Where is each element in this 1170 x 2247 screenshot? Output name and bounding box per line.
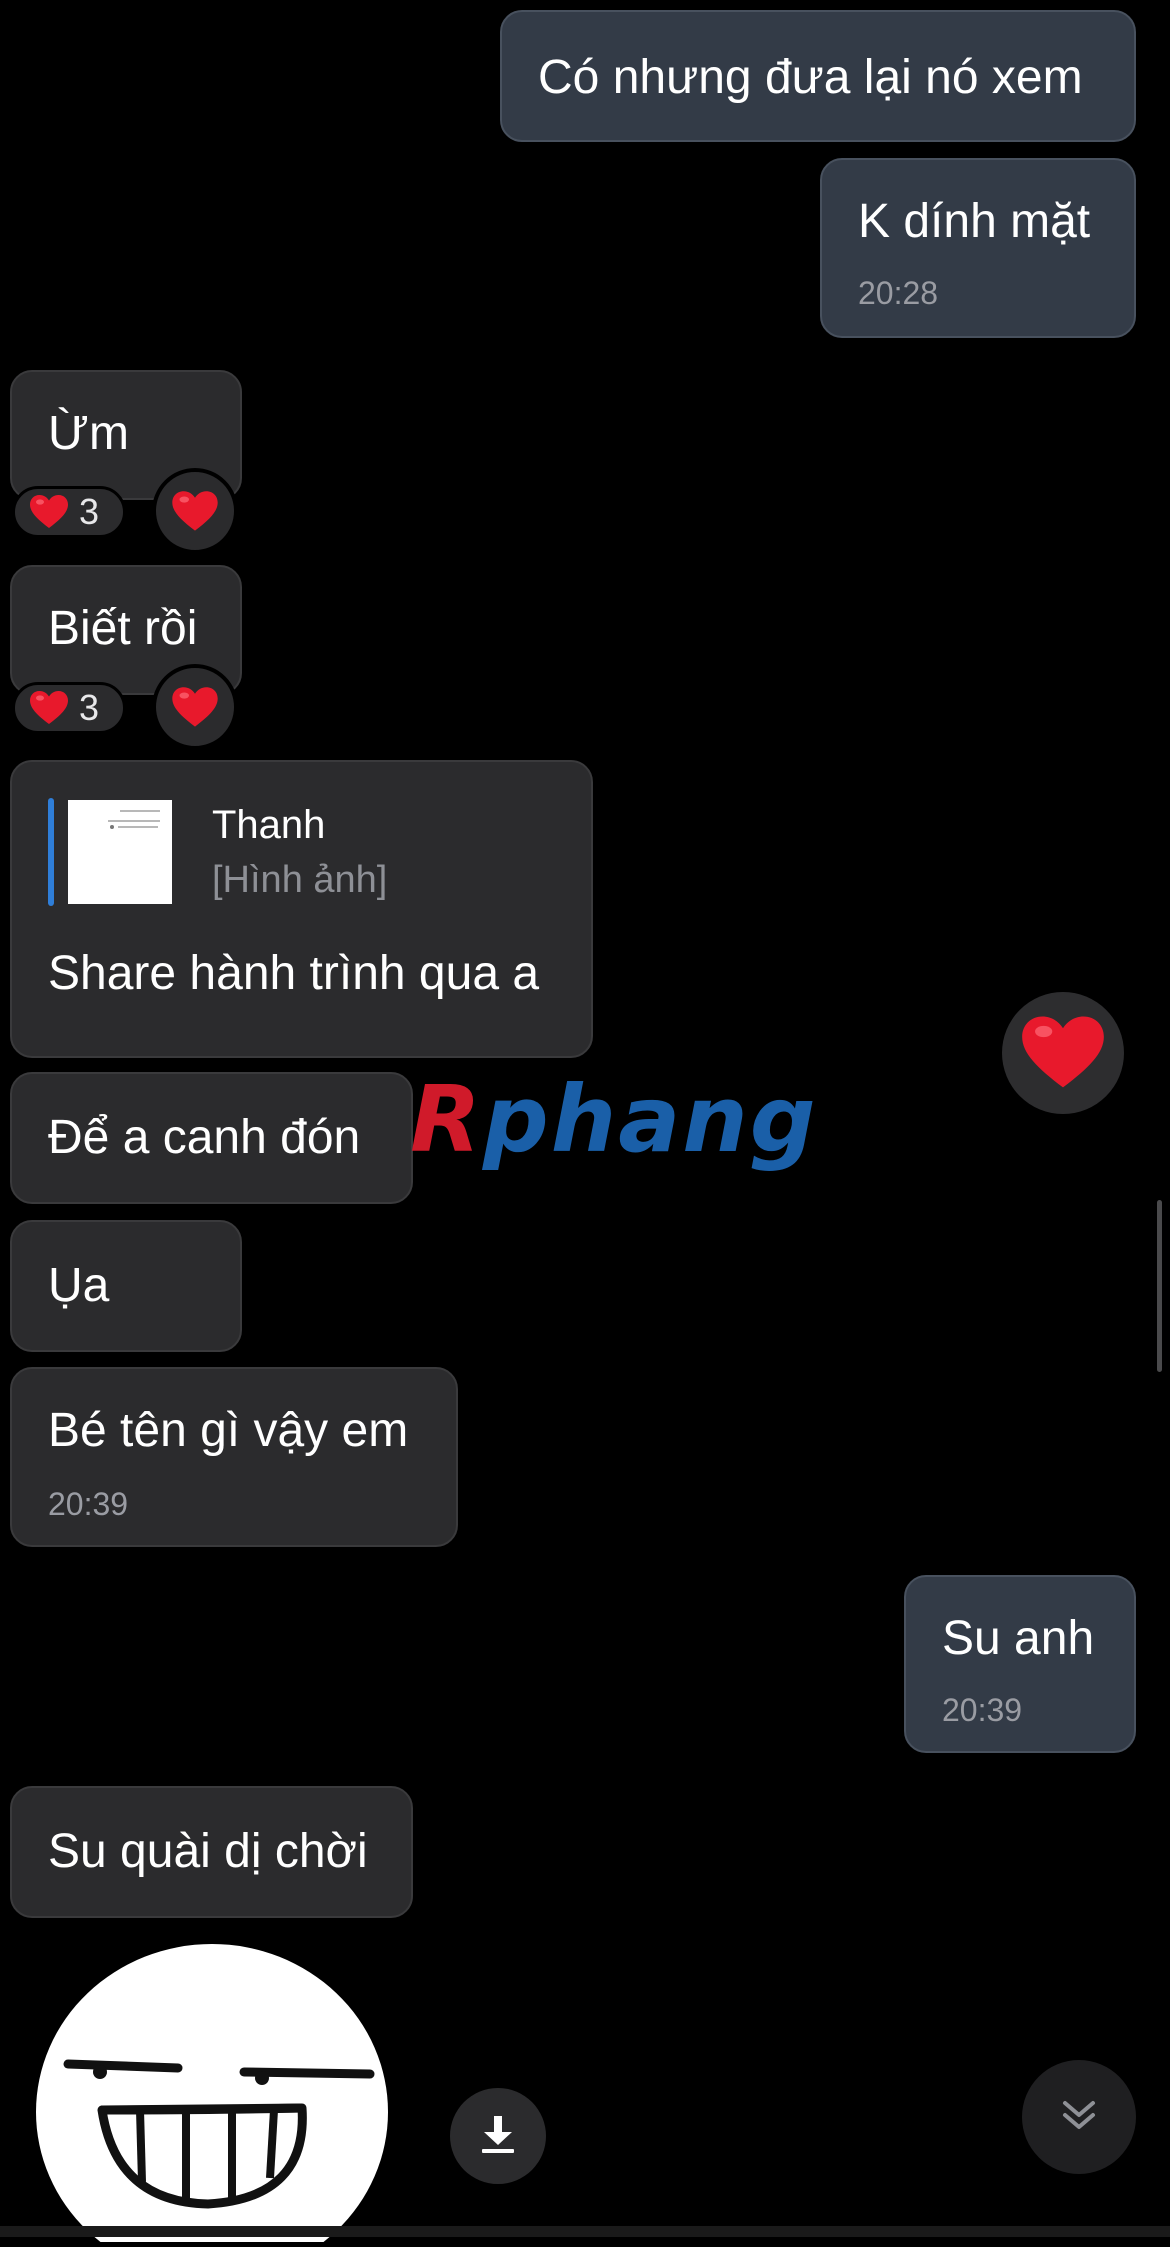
heart-icon — [29, 494, 69, 530]
outgoing-message[interactable]: Su anh 20:39 — [904, 1575, 1136, 1753]
message-text: Ừm — [48, 407, 129, 460]
message-text: Có nhưng đưa lại nó xem — [538, 51, 1083, 104]
reaction-summary[interactable]: 3 — [12, 486, 126, 538]
message-time: 20:39 — [48, 1486, 129, 1522]
reaction-count: 3 — [79, 687, 100, 728]
watermark: Rphang — [410, 1070, 818, 1170]
message-text: Su quài dị chời — [48, 1825, 368, 1878]
quoted-preview: [Hình ảnh] — [212, 859, 388, 901]
floating-reaction[interactable] — [1002, 992, 1124, 1114]
quote-accent-bar — [48, 798, 54, 906]
download-button[interactable] — [450, 2088, 546, 2184]
incoming-message[interactable]: Bé tên gì vậy em 20:39 — [10, 1367, 458, 1547]
quoted-image-thumbnail — [68, 800, 172, 904]
scrollbar-thumb[interactable] — [1157, 1200, 1162, 1372]
outgoing-message[interactable]: Có nhưng đưa lại nó xem — [500, 10, 1136, 142]
watermark-initial: R — [410, 1066, 483, 1173]
reaction-count: 3 — [79, 491, 100, 532]
message-time: 20:39 — [942, 1692, 1023, 1728]
heart-icon — [1020, 1014, 1106, 1092]
quoted-message[interactable]: Thanh [Hình ảnh] — [48, 798, 548, 906]
incoming-message[interactable]: Để a canh đón — [10, 1072, 413, 1204]
message-text: Su anh — [942, 1612, 1095, 1665]
message-text: Ụa — [48, 1259, 110, 1312]
message-text: Để a canh đón — [48, 1111, 361, 1164]
scroll-to-bottom-button[interactable] — [1022, 2060, 1136, 2174]
heart-icon — [171, 490, 219, 533]
incoming-message[interactable]: Ụa — [10, 1220, 242, 1352]
heart-icon — [29, 690, 69, 726]
react-button[interactable] — [152, 468, 238, 554]
reaction-summary[interactable]: 3 — [12, 682, 126, 734]
watermark-rest: phang — [482, 1066, 818, 1173]
message-text: Biết rồi — [48, 602, 198, 655]
incoming-message-with-reply[interactable]: Thanh [Hình ảnh] Share hành trình qua a — [10, 760, 593, 1058]
grinning-face-sticker[interactable] — [30, 1942, 392, 2247]
message-text: Bé tên gì vậy em — [48, 1404, 409, 1457]
quoted-author: Thanh — [212, 803, 326, 847]
bottom-edge — [0, 2226, 1170, 2237]
message-text: K dính mặt — [858, 195, 1091, 248]
incoming-message[interactable]: Su quài dị chời — [10, 1786, 413, 1918]
download-icon — [478, 2112, 518, 2161]
react-button[interactable] — [152, 664, 238, 750]
message-text: Share hành trình qua a — [48, 947, 540, 1000]
message-time: 20:28 — [858, 275, 939, 311]
outgoing-message[interactable]: K dính mặt 20:28 — [820, 158, 1136, 338]
heart-icon — [171, 686, 219, 729]
double-chevron-down-icon — [1059, 2095, 1099, 2140]
